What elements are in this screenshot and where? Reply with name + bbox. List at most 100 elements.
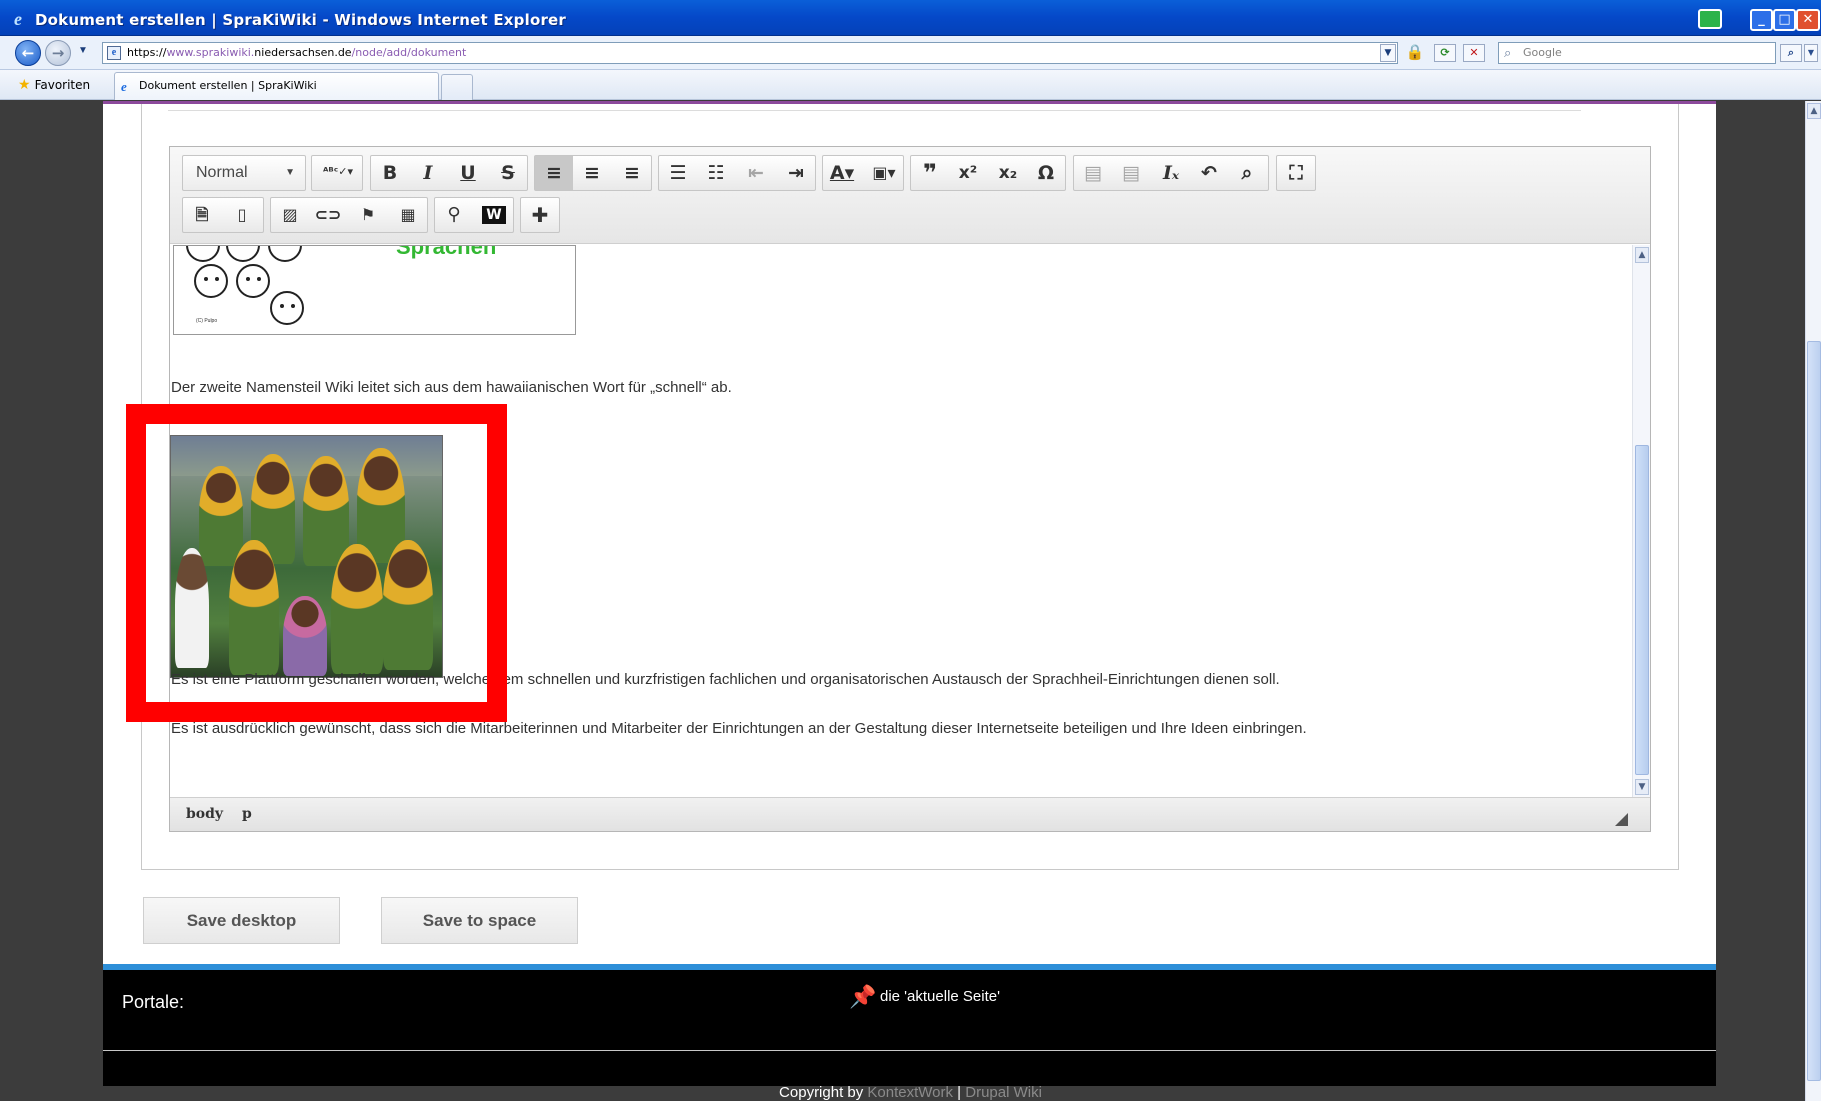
blockquote-button[interactable]: ❞ [911,156,949,190]
italic-button[interactable]: I [409,156,447,190]
source-button[interactable]: 🗎 [183,198,221,232]
find-button[interactable]: ⌕ [1228,156,1266,190]
attachment-button[interactable]: ⚲ [435,198,473,232]
address-bar: ← → ▼ e https://www.sprakiwiki.niedersac… [0,36,1821,70]
search-options-icon[interactable]: ▼ [1804,44,1818,62]
chevron-down-icon: ▼ [285,167,295,178]
format-select[interactable]: Normal ▼ [182,155,306,191]
divider [168,110,1581,111]
tab-ie-icon: e [121,79,127,94]
face-drawing [186,246,220,262]
undo-button[interactable]: ↶ [1190,156,1228,190]
face-drawing [270,291,304,325]
paste-button[interactable]: ▤ [1074,156,1112,190]
star-icon: ★ [18,77,31,93]
link-button[interactable]: ⊂⊃ [309,198,347,232]
paste-text-button[interactable]: ▤ [1112,156,1150,190]
window-scroll-up-icon[interactable]: ▲ [1807,103,1821,119]
align-right-button[interactable]: ≡ [613,156,651,190]
bold-button[interactable]: B [371,156,409,190]
toolbar-group-plugin: ✚ [520,197,560,233]
stop-icon[interactable]: ✕ [1463,44,1485,62]
background-color-button[interactable]: ▣▾ [865,156,903,190]
text-color-button[interactable]: A▾ [823,156,861,190]
maximize-editor-button[interactable]: ⛶ [1277,156,1315,190]
window-titlebar: e Dokument erstellen | SpraKiWiki - Wind… [0,0,1821,36]
back-button[interactable]: ← [15,40,41,66]
new-tab-button[interactable] [441,74,473,100]
url-input[interactable]: e https://www.sprakiwiki.niedersachsen.d… [102,42,1398,64]
wiki-link-button[interactable]: W [475,198,513,232]
spellcheck-button[interactable]: ᴬᴮᶜ✓▾ [316,156,360,190]
pushpin-icon: 📌 [849,984,877,1009]
kontextwork-link[interactable]: KontextWork [867,1084,953,1101]
footer-divider [103,1050,1716,1051]
indent-button[interactable]: ⇥ [777,156,815,190]
scroll-down-icon[interactable]: ▼ [1635,779,1649,795]
maximize-button[interactable]: □ [1773,9,1796,31]
window-scroll-thumb[interactable] [1807,341,1821,1081]
puzzle-plugin-button[interactable]: ✚ [521,198,559,232]
copyright-separator: | [953,1084,966,1101]
superscript-button[interactable]: x² [949,156,987,190]
current-page-link[interactable]: die 'aktuelle Seite' [880,988,1000,1005]
window-scrollbar[interactable]: ▲ [1805,101,1821,1101]
remove-format-button[interactable]: Iₓ [1152,156,1190,190]
search-placeholder: Google [1523,46,1562,59]
strikethrough-button[interactable]: S [489,156,527,190]
table-button[interactable]: ▦ [389,198,427,232]
underline-button[interactable]: U [449,156,487,190]
outdent-button[interactable]: ⇤ [737,156,775,190]
search-go-icon[interactable]: ⌕ [1780,44,1802,62]
url-path: /node/add/dokument [351,46,467,59]
toolbar-group-attach: ⚲ W [434,197,514,233]
url-domain: niedersachsen.de [254,46,352,59]
tab-active[interactable]: e Dokument erstellen | SpraKiWiki [114,72,439,100]
path-p[interactable]: p [242,806,252,822]
extension-icon[interactable] [1698,9,1722,29]
bulleted-list-button[interactable]: ☰ [659,156,697,190]
scroll-up-icon[interactable]: ▲ [1635,247,1649,263]
toolbar-group-align: ≡ ≡ ≡ [534,155,652,191]
tab-title: Dokument erstellen | SpraKiWiki [139,79,317,92]
anchor-flag-button[interactable]: ⚑ [349,198,387,232]
url-subdomain: www.sprakiwiki. [166,46,255,59]
save-to-space-button[interactable]: Save to space [381,897,578,944]
toolbar-group-spell: ᴬᴮᶜ✓▾ [311,155,363,191]
subscript-button[interactable]: x₂ [989,156,1027,190]
url-dropdown-icon[interactable]: ▼ [1380,44,1396,62]
template-button[interactable]: ▯ [223,198,261,232]
favorites-label: Favoriten [34,78,91,92]
scroll-thumb[interactable] [1635,445,1649,775]
numbered-list-button[interactable]: ☷ [697,156,735,190]
page-footer: Portale: 📌 die 'aktuelle Seite' [103,964,1716,1086]
editor-scrollbar[interactable]: ▲ ▼ [1632,245,1650,797]
path-body[interactable]: body [186,806,223,822]
editor-toolbar: Normal ▼ ᴬᴮᶜ✓▾ B I U S ≡ ≡ ≡ ☰ ☷ ⇤ ⇥ A▾ … [170,147,1650,244]
minimize-button[interactable]: _ [1750,9,1773,31]
history-dropdown-icon[interactable]: ▼ [78,45,88,56]
save-desktop-button[interactable]: Save desktop [143,897,340,944]
url-scheme: https:// [127,46,167,59]
copyright: Copyright by KontextWork | Drupal Wiki [0,1084,1821,1101]
drupal-wiki-link[interactable]: Drupal Wiki [965,1084,1042,1101]
resize-grip-icon[interactable] [1615,813,1628,826]
lock-icon[interactable]: 🔒 [1404,44,1426,62]
search-input[interactable]: ⌕ Google [1498,42,1776,64]
face-drawing [268,246,302,262]
toolbar-group-color: A▾ ▣▾ [822,155,904,191]
forward-button[interactable]: → [45,40,71,66]
paragraph-1: Der zweite Namensteil Wiki leitet sich a… [171,379,732,396]
image-button[interactable]: ▨ [271,198,309,232]
close-window-button[interactable]: ✕ [1796,9,1820,31]
toolbar-group-media: ▨ ⊂⊃ ⚑ ▦ [270,197,428,233]
face-drawing [226,246,260,262]
copyright-prefix: Copyright by [779,1084,868,1101]
refresh-icon[interactable]: ⟳ [1434,44,1456,62]
align-left-button[interactable]: ≡ [535,156,573,190]
toolbar-group-clipboard: ▤ ▤ Iₓ ↶ ⌕ [1073,155,1269,191]
favorites-button[interactable]: ★ Favoriten [18,77,90,93]
special-char-button[interactable]: Ω [1027,156,1065,190]
align-center-button[interactable]: ≡ [573,156,611,190]
search-icon: ⌕ [1504,46,1512,61]
